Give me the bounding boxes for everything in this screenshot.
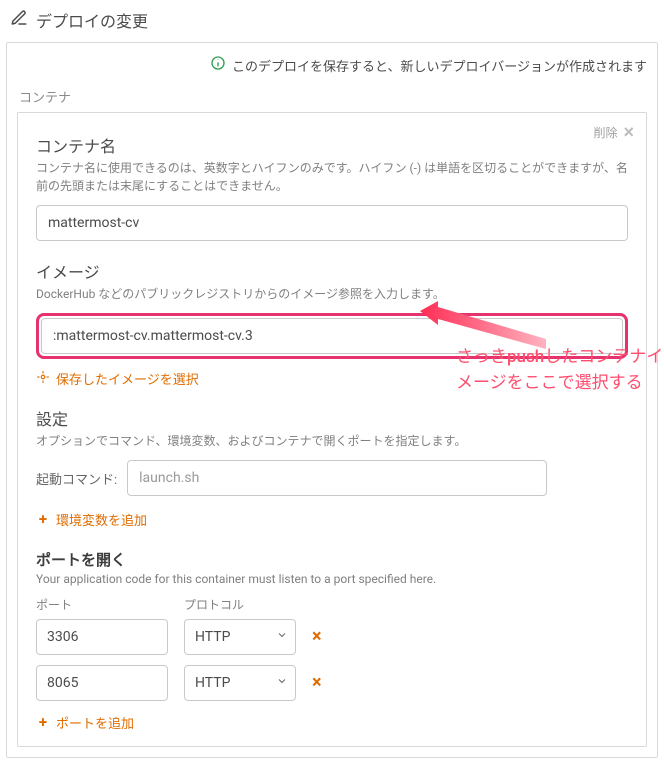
launch-command-label: 起動コマンド:: [36, 469, 117, 488]
port-row: HTTP ×: [36, 665, 628, 701]
delete-container[interactable]: 削除 ×: [593, 123, 634, 141]
add-port-label: ポートを追加: [56, 713, 134, 732]
deploy-panel: このデプロイを保存すると、新しいデプロイバージョンが作成されます コンテナ 削除…: [6, 42, 658, 758]
ports-heading: ポートを開く: [36, 549, 628, 570]
add-env-var-label: 環境変数を追加: [56, 510, 147, 529]
port-row: HTTP ×: [36, 619, 628, 655]
container-name-input[interactable]: [36, 205, 628, 241]
container-name-label: コンテナ名: [36, 133, 628, 157]
select-saved-image-button[interactable]: 保存したイメージを選択: [36, 369, 199, 388]
settings-block: 設定 オプションでコマンド、環境変数、およびコンテナで開くポートを指定します。 …: [36, 406, 628, 529]
container-name-help: コンテナ名に使用できるのは、英数字とハイフンのみです。ハイフン (-) は単語を…: [36, 159, 628, 195]
ports-columns: ポート プロトコル: [36, 596, 628, 613]
protocol-button[interactable]: HTTP: [184, 619, 296, 655]
protocol-select[interactable]: HTTP: [184, 665, 296, 701]
container-name-block: コンテナ名 コンテナ名に使用できるのは、英数字とハイフンのみです。ハイフン (-…: [36, 133, 628, 241]
close-icon[interactable]: ×: [623, 123, 634, 141]
page-title-text: デプロイの変更: [36, 8, 148, 32]
port-input[interactable]: [36, 619, 168, 655]
protocol-button[interactable]: HTTP: [184, 665, 296, 701]
target-icon: [36, 370, 50, 388]
ports-help: Your application code for this container…: [36, 572, 628, 586]
plus-icon: +: [36, 715, 50, 730]
page-title: デプロイの変更: [10, 8, 658, 32]
info-icon: [210, 55, 226, 75]
edit-icon: [10, 9, 28, 31]
image-label: イメージ: [36, 259, 628, 283]
delete-label: 削除: [593, 124, 617, 141]
image-help: DockerHub などのパブリックレジストリからのイメージ参照を入力します。: [36, 285, 628, 303]
protocol-select[interactable]: HTTP: [184, 619, 296, 655]
col-port-label: ポート: [36, 596, 168, 613]
remove-port-button[interactable]: ×: [312, 628, 322, 646]
image-input[interactable]: [41, 318, 623, 354]
add-env-var-button[interactable]: + 環境変数を追加: [36, 510, 147, 529]
remove-port-button[interactable]: ×: [312, 674, 322, 692]
launch-command-input[interactable]: [127, 460, 547, 496]
image-input-highlight: [36, 313, 628, 359]
container-card: 削除 × コンテナ名 コンテナ名に使用できるのは、英数字とハイフンのみです。ハイ…: [17, 112, 647, 747]
launch-command-row: 起動コマンド:: [36, 460, 628, 496]
add-port-button[interactable]: + ポートを追加: [36, 713, 134, 732]
settings-label: 設定: [36, 406, 628, 430]
plus-icon: +: [36, 512, 50, 527]
save-notice-text: このデプロイを保存すると、新しいデプロイバージョンが作成されます: [232, 56, 647, 75]
container-section-label: コンテナ: [19, 87, 647, 106]
image-block: イメージ DockerHub などのパブリックレジストリからのイメージ参照を入力…: [36, 259, 628, 388]
col-protocol-label: プロトコル: [184, 596, 296, 613]
settings-help: オプションでコマンド、環境変数、およびコンテナで開くポートを指定します。: [36, 432, 628, 450]
select-saved-image-label: 保存したイメージを選択: [56, 369, 199, 388]
save-notice: このデプロイを保存すると、新しいデプロイバージョンが作成されます: [17, 55, 647, 75]
port-input[interactable]: [36, 665, 168, 701]
